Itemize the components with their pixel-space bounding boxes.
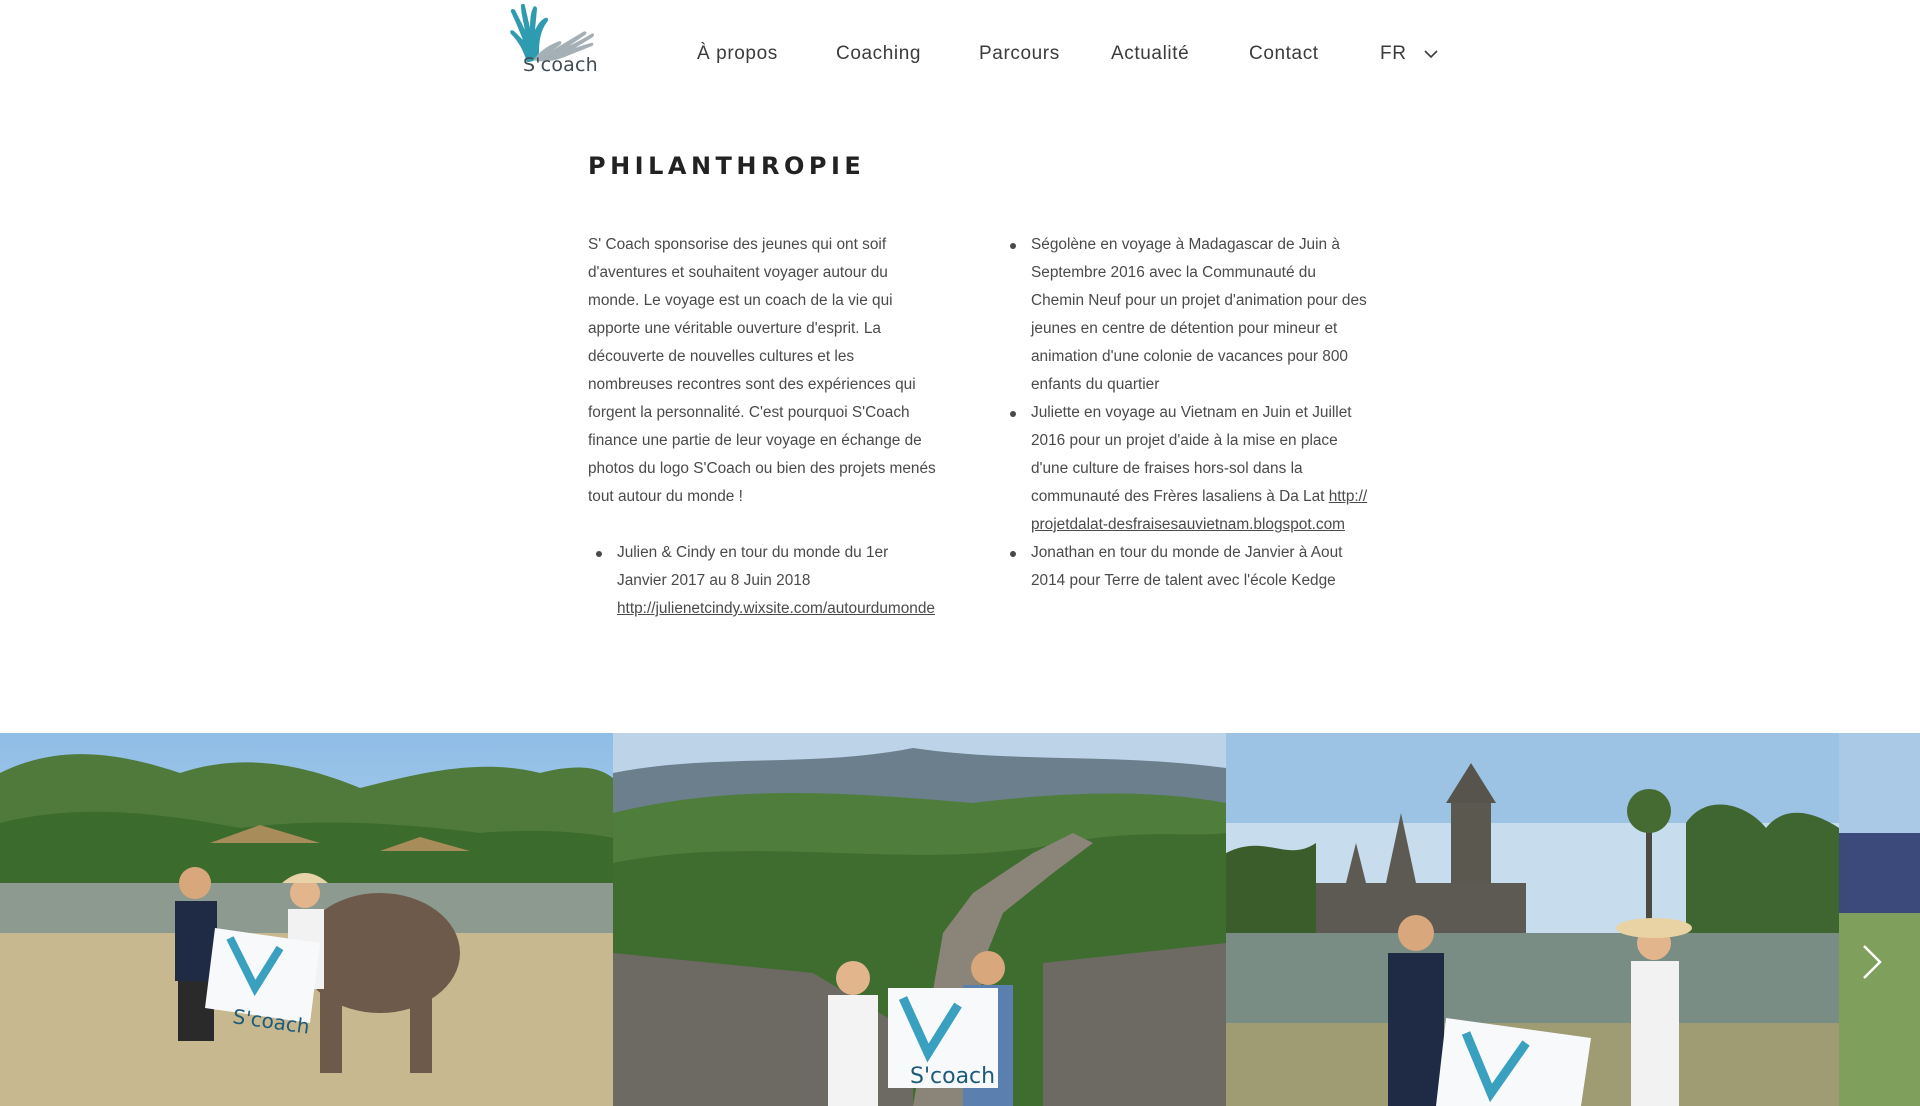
list-item-jonathan: Jonathan en tour du monde de Janvier à A… bbox=[1002, 539, 1372, 595]
scoach-logo[interactable]: S'coach bbox=[505, 4, 598, 76]
flag-text: S'coach bbox=[910, 1064, 995, 1089]
nav-coaching[interactable]: Coaching bbox=[836, 43, 921, 65]
nav-a-propos[interactable]: À propos bbox=[697, 43, 778, 65]
nav-contact[interactable]: Contact bbox=[1249, 43, 1319, 65]
language-label: FR bbox=[1380, 43, 1407, 64]
list-item-text: Ségolène en voyage à Madagascar de Juin … bbox=[1031, 236, 1367, 393]
chevron-right-icon bbox=[1863, 945, 1882, 979]
list-item-segolene: Ségolène en voyage à Madagascar de Juin … bbox=[1002, 231, 1372, 399]
list-item-julien-cindy: Julien & Cindy en tour du monde du 1er J… bbox=[588, 539, 938, 623]
logo-text: S'coach bbox=[523, 54, 598, 76]
gallery-photo-partial[interactable] bbox=[1839, 733, 1920, 1106]
left-column: S' Coach sponsorise des jeunes qui ont s… bbox=[588, 231, 938, 623]
nav-parcours[interactable]: Parcours bbox=[979, 43, 1060, 65]
gallery-photo-angkor[interactable] bbox=[1226, 733, 1839, 1106]
right-list: Ségolène en voyage à Madagascar de Juin … bbox=[1002, 231, 1372, 595]
list-item-text: Juliette en voyage au Vietnam en Juin et… bbox=[1031, 404, 1352, 505]
gallery-photo-great-wall[interactable]: S'coach bbox=[613, 733, 1226, 1106]
gallery-next-button[interactable] bbox=[1856, 942, 1886, 982]
nav-actualite[interactable]: Actualité bbox=[1111, 43, 1189, 65]
page: S'coach À propos Coaching Parcours Actua… bbox=[0, 0, 1920, 1106]
list-item-text: Jonathan en tour du monde de Janvier à A… bbox=[1031, 544, 1343, 589]
right-column: Ségolène en voyage à Madagascar de Juin … bbox=[1002, 231, 1372, 595]
photo-gallery: S'coach S'coach bbox=[0, 733, 1920, 1106]
gallery-photo-elephant[interactable]: S'coach bbox=[0, 733, 613, 1106]
list-item-juliette: Juliette en voyage au Vietnam en Juin et… bbox=[1002, 399, 1372, 539]
chevron-down-icon bbox=[1424, 50, 1438, 59]
list-item-text: Julien & Cindy en tour du monde du 1er J… bbox=[617, 544, 889, 589]
julienetcindy-link[interactable]: http://julienetcindy.wixsite.com/autourd… bbox=[617, 600, 935, 617]
left-list: Julien & Cindy en tour du monde du 1er J… bbox=[588, 539, 938, 623]
intro-paragraph: S' Coach sponsorise des jeunes qui ont s… bbox=[588, 236, 936, 505]
language-selector[interactable]: FR bbox=[1380, 43, 1438, 65]
page-title: PHILANTHROPIE bbox=[588, 152, 866, 180]
